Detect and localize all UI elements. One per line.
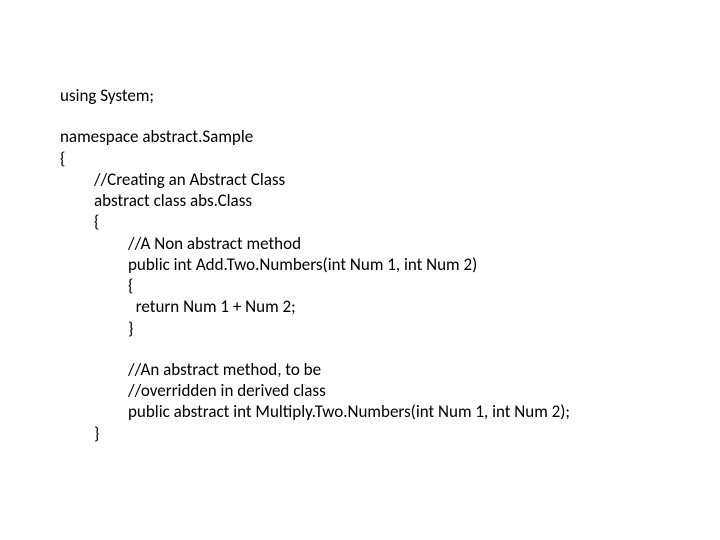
code-line: public int Add.Two.Numbers(int Num 1, in… [128, 254, 720, 275]
blank-line [60, 339, 720, 359]
code-line: abstract class abs.Class [94, 190, 720, 211]
code-line: //overridden in derived class [128, 380, 720, 401]
blank-line [60, 106, 720, 126]
code-line: //An abstract method, to be [128, 359, 720, 380]
code-line: } [94, 423, 720, 444]
code-line: namespace abstract.Sample [60, 126, 720, 147]
code-line: //A Non abstract method [128, 233, 720, 254]
code-line: { [60, 148, 720, 169]
code-line: //Creating an Abstract Class [94, 169, 720, 190]
code-line: using System; [60, 85, 720, 106]
code-line: { [94, 211, 720, 232]
code-line: public abstract int Multiply.Two.Numbers… [128, 401, 720, 422]
code-block: using System; namespace abstract.Sample … [0, 0, 720, 444]
code-line: } [128, 318, 720, 339]
code-line: return Num 1 + Num 2; [128, 296, 720, 317]
code-line: { [128, 275, 720, 296]
